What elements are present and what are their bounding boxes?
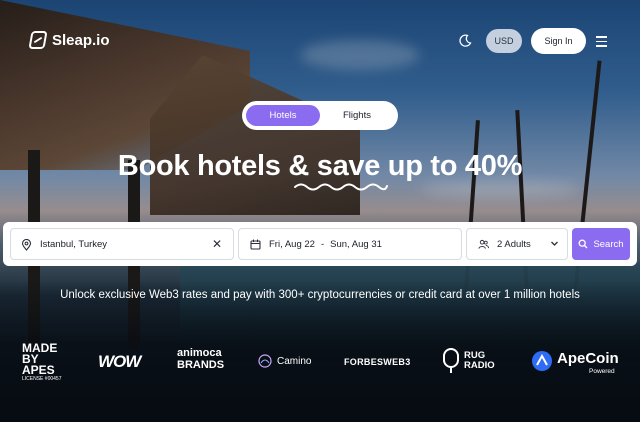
guests-selector[interactable]: 2 Adults [466,228,568,260]
chevron-down-icon [551,241,558,246]
animoca-line2: BRANDS [177,359,225,371]
search-bar: Istanbul, Turkey ✕ Fri, Aug 22 - Sun, Au… [3,222,637,266]
squiggle-underline [294,183,388,191]
tab-hotels[interactable]: Hotels [246,105,320,126]
tab-flights[interactable]: Flights [320,105,394,126]
currency-button[interactable]: USD [486,29,522,53]
check-out-date: Sun, Aug 31 [330,238,382,250]
calendar-icon [250,239,261,250]
camino-text: Camino [277,355,312,367]
rug-radio-logo: RUG RADIO [442,348,495,374]
made-by-apes-logo: MADE BY APES LICENSE #00457 [22,342,74,383]
made-by-apes-line2: BY APES [22,352,55,377]
apecoin-sub: Powered [589,368,615,375]
camino-icon [258,354,272,368]
location-pin-icon [21,238,32,251]
search-button[interactable]: Search [572,228,630,260]
hamburger-menu-icon[interactable] [596,36,607,50]
dates-field[interactable]: Fri, Aug 22 - Sun, Aug 31 [238,228,462,260]
apecoin-icon [532,351,552,371]
tagline: Unlock exclusive Web3 rates and pay with… [60,289,580,301]
made-by-apes-license: LICENSE #00457 [22,376,62,382]
rug-radio-line2: RADIO [464,360,495,371]
rug-radio-icon [443,348,459,373]
brand-name: Sleap.io [52,31,110,49]
users-icon [478,239,489,250]
check-in-date: Fri, Aug 22 [269,238,315,250]
animoca-line1: animoca [177,347,222,359]
destination-field[interactable]: Istanbul, Turkey ✕ [10,228,234,260]
page-title: Book hotels & save up to 40% [117,150,523,182]
apecoin-name: ApeCoin [557,350,619,367]
search-button-label: Search [593,238,624,250]
guests-value: 2 Adults [497,238,531,250]
animoca-brands-logo: animoca BRANDS [177,347,224,371]
wow-logo: WOW [98,352,141,371]
partner-logos: MADE BY APES LICENSE #00457 WOW animoca … [0,340,640,390]
close-icon[interactable]: ✕ [212,237,222,251]
forbes-web3-logo: FORBESWEB3 [344,357,411,367]
sign-in-button[interactable]: Sign In [531,28,586,54]
date-separator: - [320,238,325,250]
booking-type-tabs: Hotels Flights [242,101,398,130]
camino-logo: Camino [258,354,311,368]
apecoin-logo: ApeCoin Powered [531,350,619,376]
search-icon [578,239,588,249]
logo-icon [28,31,48,49]
brand-logo[interactable]: Sleap.io [28,31,110,49]
moon-icon[interactable] [458,34,472,48]
destination-value: Istanbul, Turkey [40,238,108,250]
